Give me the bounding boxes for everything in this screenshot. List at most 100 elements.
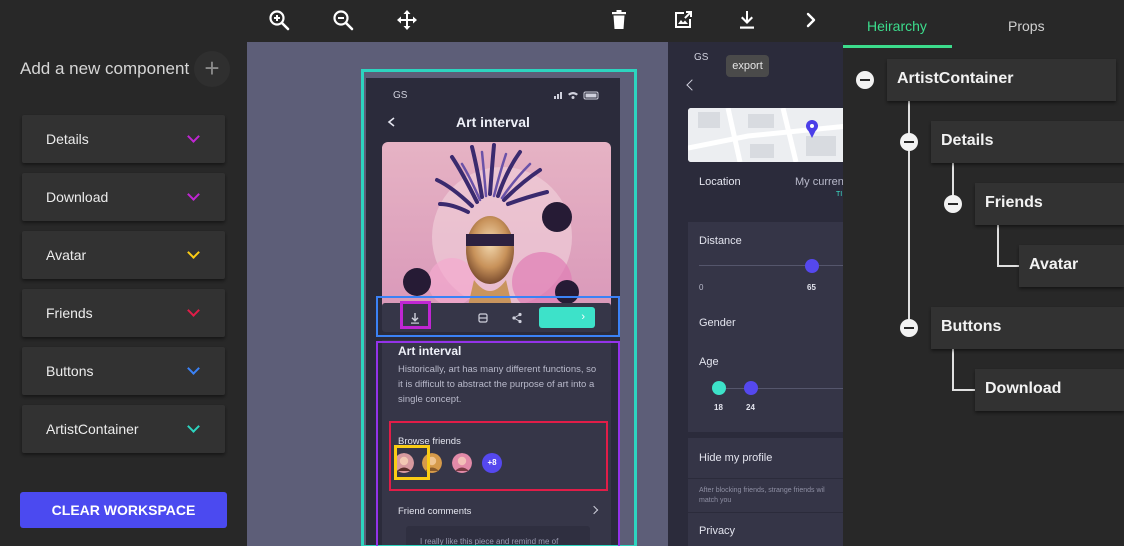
collapse-icon[interactable]: [900, 319, 918, 337]
tree-node-label: ArtistContainer: [897, 70, 1014, 87]
status-icons: [554, 91, 599, 100]
distance-label: Distance: [699, 235, 742, 247]
hide-profile-label: Hide my profile: [699, 452, 773, 464]
friend-avatar[interactable]: [394, 453, 414, 473]
buttons-bar: ›: [382, 303, 611, 332]
layers-icon[interactable]: [475, 310, 491, 326]
move-icon[interactable]: [395, 8, 419, 32]
privacy-label: Privacy: [699, 525, 736, 537]
component-item-artistcontainer[interactable]: ArtistContainer: [22, 405, 225, 453]
hide-profile-desc-line1: After blocking friends, strange friends …: [699, 487, 825, 494]
divider: [688, 512, 843, 513]
age-slider-track[interactable]: [719, 388, 843, 389]
component-item-label: Friends: [46, 305, 93, 321]
friend-avatar[interactable]: [422, 453, 442, 473]
distance-value: 65: [807, 283, 816, 292]
tree-node-buttons[interactable]: Buttons: [931, 307, 1124, 349]
tree-node-label: Details: [941, 132, 994, 149]
distance-min: 0: [699, 283, 704, 292]
component-item-avatar[interactable]: Avatar: [22, 231, 225, 279]
location-value[interactable]: My curren: [795, 176, 843, 188]
distance-slider-track[interactable]: [699, 265, 843, 266]
tab-hierarchy[interactable]: Heirarchy: [867, 18, 927, 34]
location-label: Location: [699, 176, 741, 188]
app-root: Add a new component + Details Download A…: [0, 0, 1124, 546]
details-title: Art interval: [398, 344, 462, 358]
tree-node-label: Friends: [985, 194, 1043, 211]
primary-action-button[interactable]: ›: [539, 307, 595, 328]
tree-node-friends[interactable]: Friends: [975, 183, 1124, 225]
phone-preview: GS Art interval › Art interval Historica…: [366, 78, 620, 546]
age-label: Age: [699, 356, 719, 368]
age-max: 24: [746, 403, 755, 412]
location-sub: TI: [836, 191, 843, 198]
component-item-label: Details: [46, 131, 89, 147]
zoom-in-icon[interactable]: [267, 8, 291, 32]
status-bar-label: GS: [694, 52, 709, 63]
tree-node-artistcontainer[interactable]: ArtistContainer: [887, 59, 1116, 101]
tree-node-label: Avatar: [1029, 256, 1079, 273]
more-friends-badge[interactable]: +8: [482, 453, 502, 473]
component-item-download[interactable]: Download: [22, 173, 225, 221]
age-min: 18: [714, 403, 723, 412]
component-item-label: Buttons: [46, 363, 94, 379]
component-item-friends[interactable]: Friends: [22, 289, 225, 337]
add-component-row: Add a new component +: [20, 51, 230, 87]
back-arrow-icon[interactable]: [686, 79, 698, 91]
chevron-right-icon[interactable]: [799, 8, 823, 32]
app-title: Art interval: [456, 114, 530, 130]
chevron-right-icon[interactable]: [589, 505, 599, 515]
collapse-icon[interactable]: [856, 71, 874, 89]
settings-preview: GS Location My curren TI Distance 0 65 G…: [668, 42, 843, 546]
zoom-out-icon[interactable]: [331, 8, 355, 32]
export-tooltip: export: [726, 55, 769, 77]
component-item-label: ArtistContainer: [46, 421, 139, 437]
tree-connector: [997, 265, 1020, 267]
add-component-label: Add a new component: [20, 59, 190, 78]
friend-comments-label: Friend comments: [398, 506, 472, 517]
tree-node-avatar[interactable]: Avatar: [1019, 245, 1124, 287]
export-image-icon[interactable]: [671, 8, 695, 32]
active-tab-indicator: [843, 45, 952, 48]
age-slider-min-handle[interactable]: [712, 381, 726, 395]
arrow-right-icon: ›: [581, 311, 585, 323]
browse-friends-label: Browse friends: [398, 436, 461, 447]
age-card: Age 18 24: [688, 342, 843, 432]
chevron-down-icon[interactable]: [187, 246, 200, 259]
component-sidebar: Add a new component + Details Download A…: [0, 0, 247, 546]
tree-connector: [908, 80, 910, 328]
tree-node-details[interactable]: Details: [931, 121, 1124, 163]
friend-avatar[interactable]: [452, 453, 472, 473]
add-component-button[interactable]: +: [194, 51, 230, 87]
divider: [688, 478, 843, 479]
component-item-label: Avatar: [46, 247, 87, 263]
collapse-icon[interactable]: [944, 195, 962, 213]
tree-node-label: Download: [985, 380, 1062, 397]
clear-workspace-button[interactable]: CLEAR WORKSPACE: [20, 492, 227, 528]
download-icon[interactable]: [735, 8, 759, 32]
component-item-buttons[interactable]: Buttons: [22, 347, 225, 395]
download-icon[interactable]: [407, 310, 423, 326]
tab-props[interactable]: Props: [1008, 18, 1045, 34]
chevron-down-icon[interactable]: [187, 130, 200, 143]
collapse-icon[interactable]: [900, 133, 918, 151]
canvas-toolbar: [247, 0, 843, 42]
comment-preview: I really like this piece and remind me o…: [406, 526, 590, 546]
chevron-down-icon[interactable]: [187, 362, 200, 375]
share-icon[interactable]: [509, 310, 525, 326]
map-thumbnail: [688, 108, 843, 162]
trash-icon[interactable]: [607, 8, 631, 32]
tree-node-label: Buttons: [941, 318, 1002, 335]
distance-slider-handle[interactable]: [805, 259, 819, 273]
tree-connector: [952, 389, 975, 391]
tree-node-download[interactable]: Download: [975, 369, 1124, 411]
chevron-down-icon[interactable]: [187, 188, 200, 201]
gender-label: Gender: [699, 317, 736, 329]
hide-profile-desc-line2: match you: [699, 497, 732, 504]
details-card: Art interval Historically, art has many …: [382, 340, 611, 546]
chevron-down-icon[interactable]: [187, 420, 200, 433]
canvas-area[interactable]: GS Art interval › Art interval Historica…: [247, 42, 668, 546]
age-slider-max-handle[interactable]: [744, 381, 758, 395]
component-item-details[interactable]: Details: [22, 115, 225, 163]
chevron-down-icon[interactable]: [187, 304, 200, 317]
